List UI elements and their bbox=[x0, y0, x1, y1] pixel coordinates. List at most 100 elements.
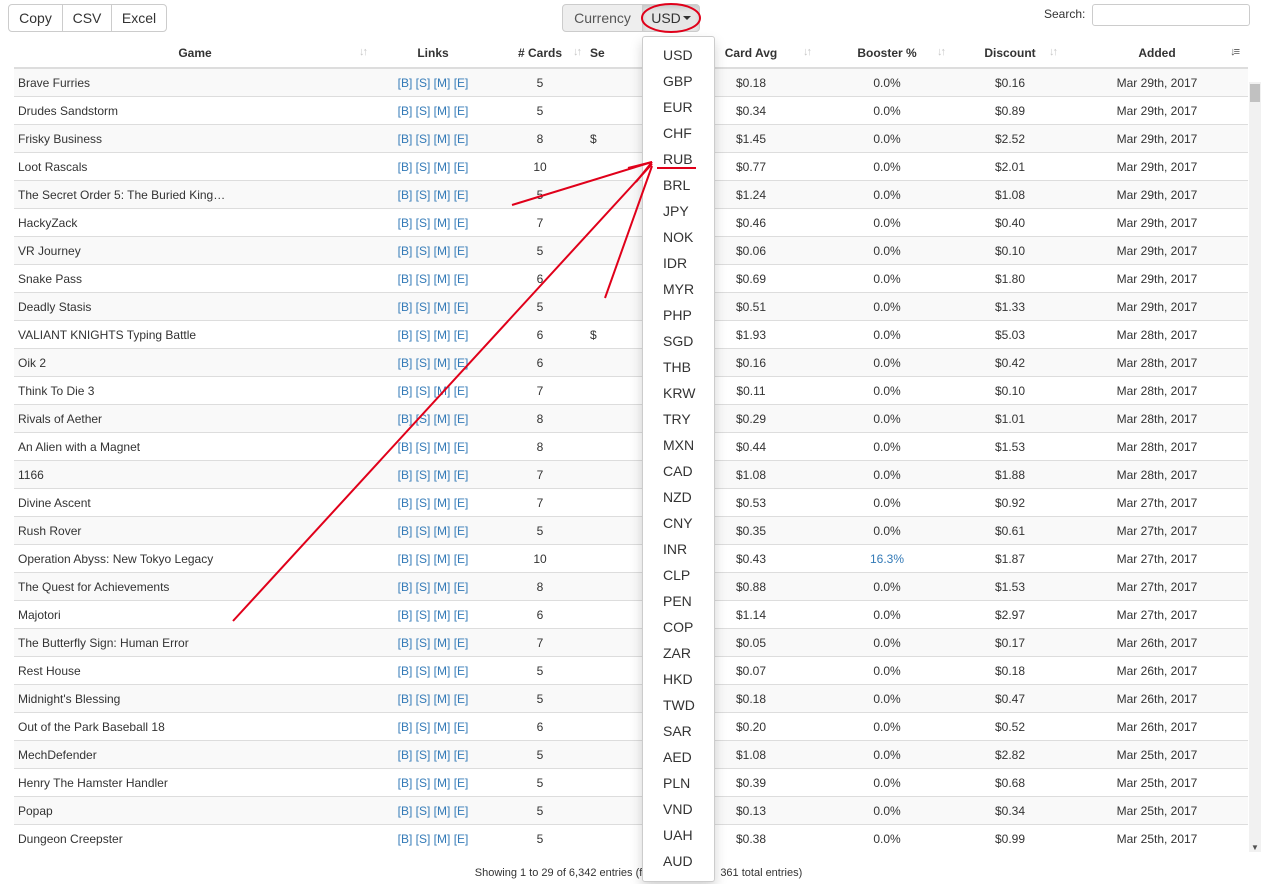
row-link[interactable]: [S] bbox=[416, 272, 431, 286]
row-link[interactable]: [M] bbox=[434, 748, 451, 762]
row-link[interactable]: [S] bbox=[416, 804, 431, 818]
game-name[interactable]: Rivals of Aether bbox=[14, 404, 376, 433]
row-link[interactable]: [B] bbox=[398, 496, 413, 510]
row-link[interactable]: [M] bbox=[434, 552, 451, 566]
row-link[interactable]: [B] bbox=[398, 188, 413, 202]
game-name[interactable]: HackyZack bbox=[14, 208, 376, 237]
game-name[interactable]: VALIANT KNIGHTS Typing Battle bbox=[14, 320, 376, 349]
column-header-booster[interactable]: Booster % ↓↑ bbox=[820, 38, 954, 69]
game-name[interactable]: Rest House bbox=[14, 656, 376, 685]
row-link[interactable]: [E] bbox=[454, 720, 469, 734]
row-link[interactable]: [B] bbox=[398, 76, 413, 90]
row-link[interactable]: [E] bbox=[454, 328, 469, 342]
currency-option[interactable]: IDR bbox=[643, 250, 714, 276]
row-link[interactable]: [M] bbox=[434, 804, 451, 818]
currency-option[interactable]: CNY bbox=[643, 510, 714, 536]
currency-option[interactable]: VND bbox=[643, 796, 714, 822]
currency-option[interactable]: JPY bbox=[643, 198, 714, 224]
row-link[interactable]: [B] bbox=[398, 552, 413, 566]
currency-option[interactable]: SAR bbox=[643, 718, 714, 744]
row-link[interactable]: [E] bbox=[454, 76, 469, 90]
row-link[interactable]: [S] bbox=[416, 384, 431, 398]
currency-option[interactable]: BRL bbox=[643, 172, 714, 198]
column-header-cards[interactable]: # Cards ↓↑ bbox=[490, 38, 590, 69]
column-header-discount[interactable]: Discount ↓↑ bbox=[954, 38, 1066, 69]
row-link[interactable]: [S] bbox=[416, 692, 431, 706]
row-link[interactable]: [M] bbox=[434, 776, 451, 790]
game-name[interactable]: VR Journey bbox=[14, 236, 376, 265]
scroll-down-arrow-icon[interactable]: ▼ bbox=[1251, 843, 1259, 852]
row-link[interactable]: [B] bbox=[398, 804, 413, 818]
game-name[interactable]: Think To Die 3 bbox=[14, 376, 376, 405]
currency-option[interactable]: AED bbox=[643, 744, 714, 770]
game-name[interactable]: Dungeon Creepster bbox=[14, 824, 376, 852]
row-link[interactable]: [S] bbox=[416, 468, 431, 482]
row-link[interactable]: [E] bbox=[454, 132, 469, 146]
game-name[interactable]: Divine Ascent bbox=[14, 488, 376, 517]
row-link[interactable]: [E] bbox=[454, 608, 469, 622]
currency-option[interactable]: USD bbox=[643, 42, 714, 68]
copy-button[interactable]: Copy bbox=[8, 4, 63, 32]
row-link[interactable]: [M] bbox=[434, 468, 451, 482]
row-link[interactable]: [E] bbox=[454, 832, 469, 846]
row-link[interactable]: [B] bbox=[398, 832, 413, 846]
row-link[interactable]: [E] bbox=[454, 440, 469, 454]
game-name[interactable]: The Butterfly Sign: Human Error bbox=[14, 628, 376, 657]
row-link[interactable]: [M] bbox=[434, 720, 451, 734]
row-link[interactable]: [M] bbox=[434, 580, 451, 594]
currency-option[interactable]: MYR bbox=[643, 276, 714, 302]
currency-option[interactable]: KRW bbox=[643, 380, 714, 406]
row-link[interactable]: [S] bbox=[416, 356, 431, 370]
row-link[interactable]: [E] bbox=[454, 104, 469, 118]
currency-option[interactable]: MXN bbox=[643, 432, 714, 458]
currency-option[interactable]: PEN bbox=[643, 588, 714, 614]
row-link[interactable]: [E] bbox=[454, 552, 469, 566]
column-header-game[interactable]: Game ↓↑ bbox=[14, 38, 376, 69]
row-link[interactable]: [E] bbox=[454, 580, 469, 594]
row-link[interactable]: [M] bbox=[434, 608, 451, 622]
currency-option[interactable]: TWD bbox=[643, 692, 714, 718]
row-link[interactable]: [S] bbox=[416, 160, 431, 174]
game-name[interactable]: Loot Rascals bbox=[14, 152, 376, 181]
row-link[interactable]: [E] bbox=[454, 748, 469, 762]
scrollbar-thumb[interactable] bbox=[1250, 84, 1260, 102]
row-link[interactable]: [S] bbox=[416, 76, 431, 90]
game-name[interactable]: Midnight's Blessing bbox=[14, 684, 376, 713]
row-link[interactable]: [S] bbox=[416, 580, 431, 594]
row-link[interactable]: [M] bbox=[434, 412, 451, 426]
row-link[interactable]: [S] bbox=[416, 300, 431, 314]
game-name[interactable]: The Secret Order 5: The Buried King… bbox=[14, 180, 376, 209]
row-link[interactable]: [B] bbox=[398, 580, 413, 594]
currency-dropdown-toggle[interactable]: USD bbox=[642, 4, 700, 32]
table-scrollbar[interactable] bbox=[1249, 82, 1261, 852]
currency-option[interactable]: ZAR bbox=[643, 640, 714, 666]
currency-option[interactable]: RUB bbox=[643, 146, 714, 172]
currency-option[interactable]: COP bbox=[643, 614, 714, 640]
row-link[interactable]: [B] bbox=[398, 356, 413, 370]
row-link[interactable]: [M] bbox=[434, 356, 451, 370]
row-link[interactable]: [S] bbox=[416, 720, 431, 734]
game-name[interactable]: Snake Pass bbox=[14, 264, 376, 293]
row-link[interactable]: [S] bbox=[416, 440, 431, 454]
row-link[interactable]: [S] bbox=[416, 328, 431, 342]
column-header-added[interactable]: Added ↓≡ bbox=[1066, 38, 1248, 69]
game-name[interactable]: Majotori bbox=[14, 600, 376, 629]
row-link[interactable]: [S] bbox=[416, 552, 431, 566]
currency-option[interactable]: PLN bbox=[643, 770, 714, 796]
currency-option[interactable]: EUR bbox=[643, 94, 714, 120]
row-link[interactable]: [B] bbox=[398, 664, 413, 678]
currency-option[interactable]: CAD bbox=[643, 458, 714, 484]
currency-option[interactable]: THB bbox=[643, 354, 714, 380]
row-link[interactable]: [M] bbox=[434, 104, 451, 118]
currency-option[interactable]: HKD bbox=[643, 666, 714, 692]
row-link[interactable]: [S] bbox=[416, 132, 431, 146]
row-link[interactable]: [S] bbox=[416, 244, 431, 258]
currency-option[interactable]: CLP bbox=[643, 562, 714, 588]
currency-option[interactable]: UAH bbox=[643, 822, 714, 848]
game-name[interactable]: An Alien with a Magnet bbox=[14, 432, 376, 461]
row-link[interactable]: [B] bbox=[398, 384, 413, 398]
game-name[interactable]: Frisky Business bbox=[14, 124, 376, 153]
row-link[interactable]: [E] bbox=[454, 524, 469, 538]
row-link[interactable]: [E] bbox=[454, 188, 469, 202]
row-link[interactable]: [B] bbox=[398, 636, 413, 650]
